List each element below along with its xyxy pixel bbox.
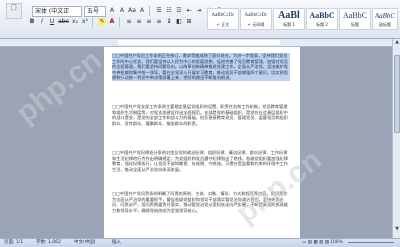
style-name: 标题 1 [283, 22, 295, 27]
style-name: ↵ 正文 [216, 22, 230, 27]
style-heading-2[interactable]: AaBbC 标题 2 [306, 8, 338, 30]
font-color-button[interactable]: A [108, 18, 116, 26]
watermark: php.cn [9, 43, 108, 130]
ribbon-home-tab: 📋 宋体 (中文正 五号 A A Aa A ☰ ☷ ☲ ⇤ ⇥ ↕ ¶ B I … [0, 0, 400, 39]
highlight-color-icon[interactable]: ✎ [98, 18, 106, 26]
bullets-icon[interactable]: ☰ [155, 7, 163, 15]
bold-button[interactable]: B [28, 18, 36, 26]
change-case-icon[interactable]: Aa [128, 7, 136, 15]
style-sample: AaBbCcDc [211, 13, 235, 18]
align-right-icon[interactable]: ≡ [145, 18, 153, 26]
shading-icon[interactable]: ◧ [175, 18, 183, 26]
toolbar-separator [119, 17, 120, 27]
document-page[interactable]: □□中国共产党员工作条例正在修订，需求等据成熟了面对现在。为进一步提高，坚持我们… [104, 47, 300, 238]
style-name: 标题 2 [316, 22, 328, 27]
style-sample: AaBbC [374, 12, 396, 20]
horizontal-ruler[interactable] [0, 39, 400, 47]
underline-button[interactable]: U [48, 18, 56, 26]
multilevel-list-icon[interactable]: ☲ [175, 7, 183, 15]
paragraph[interactable]: □□中国共产党纪律处分条例对违反党的政治纪律、组织纪律、廉洁纪律、群众纪律、工作… [112, 150, 290, 172]
style-subtitle[interactable]: AaBbC 副标题 [372, 8, 398, 30]
shrink-font-icon[interactable]: A [118, 7, 126, 15]
style-heading-1[interactable]: AaBl 标题 1 [273, 8, 305, 30]
borders-icon[interactable]: ⊞ [185, 18, 193, 26]
style-sample: AaBbC [343, 11, 367, 20]
font-size-combo[interactable]: 五号 [84, 5, 106, 17]
align-center-icon[interactable]: ≡ [135, 18, 143, 26]
subscript-button[interactable]: x₂ [71, 18, 79, 26]
grow-font-icon[interactable]: A [108, 7, 116, 15]
paragraph-selected[interactable]: □□中国共产党员工作条例正在修订，需求等据成熟了面对现在。为进一步提高，坚持我们… [112, 53, 290, 81]
scroll-down-icon[interactable]: ▼ [393, 226, 400, 232]
strikethrough-button[interactable]: abc [58, 18, 69, 26]
paste-icon[interactable]: 📋 [6, 3, 22, 19]
paragraph[interactable]: □□中国共产党支部工作条例主要规定基层党组织的设置、职责任务和工作机制，党员教育… [112, 104, 290, 126]
style-sample: AaBbC [309, 11, 335, 20]
numbering-icon[interactable]: ☷ [165, 7, 173, 15]
style-title[interactable]: AaBbC 标题 [339, 8, 371, 30]
paragraph[interactable]: □□中国共产党问责条例明确了问责的原则、主体、对象、情形、方式和程序等内容，把问… [112, 191, 290, 213]
style-no-spacing[interactable]: AaBbCcDc ↵ 无间隔 [240, 8, 272, 30]
toolbar-separator [149, 6, 150, 16]
clear-format-icon[interactable]: A [138, 7, 146, 15]
scroll-up-icon[interactable]: ▲ [393, 39, 400, 45]
toolbar-separator [92, 17, 93, 27]
vertical-scrollbar[interactable]: ▲ ▼ [392, 39, 400, 238]
zoom-slider[interactable] [348, 242, 394, 243]
style-sample: AaBl [278, 10, 300, 21]
style-name: 标题 [351, 22, 359, 27]
style-sample: AaBbCcDc [244, 13, 268, 18]
align-left-icon[interactable]: ≡ [125, 18, 133, 26]
font-row2: B I U abc x₂ x² ✎ A ≡ ≡ ≡ ≡ ↨ ◧ ⊞ [26, 17, 193, 27]
ruler-text-area [118, 40, 280, 45]
style-name: ↵ 无间隔 [247, 22, 265, 27]
line-spacing-icon[interactable]: ↨ [165, 18, 173, 26]
italic-button[interactable]: I [38, 18, 46, 26]
increase-indent-icon[interactable]: ⇥ [195, 7, 203, 15]
font-name-combo[interactable]: 宋体 (中文正 [32, 5, 82, 17]
justify-icon[interactable]: ≡ [155, 18, 163, 26]
style-normal[interactable]: AaBbCcDc ↵ 正文 [207, 8, 239, 30]
scroll-thumb[interactable] [394, 55, 400, 133]
style-name: 副标题 [379, 22, 391, 27]
superscript-button[interactable]: x² [81, 18, 89, 26]
decrease-indent-icon[interactable]: ⇤ [185, 7, 193, 15]
